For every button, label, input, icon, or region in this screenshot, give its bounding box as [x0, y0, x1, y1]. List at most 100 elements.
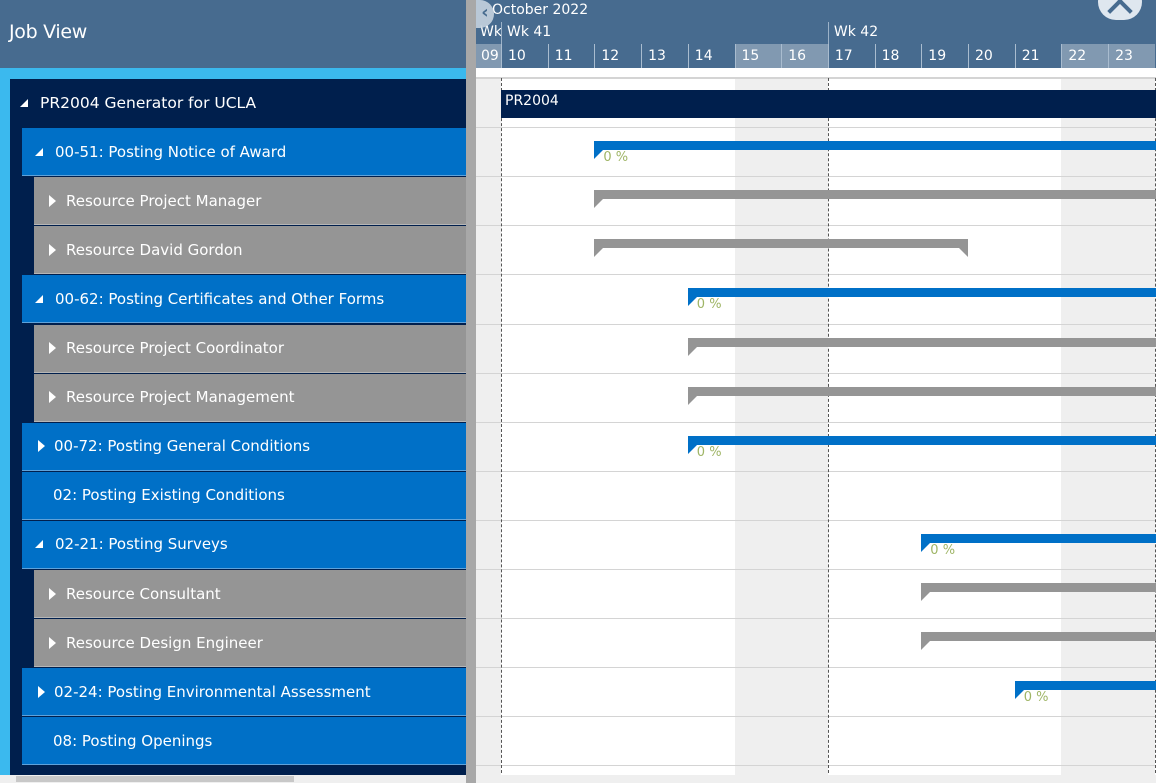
resource-bar[interactable] [594, 239, 968, 258]
bar-start-marker [594, 199, 604, 209]
tree-horizontal-scrollbar[interactable] [0, 775, 466, 783]
tree-row-label: Resource Project Coordinator [66, 339, 284, 357]
scrollbar-thumb[interactable] [16, 776, 294, 782]
panel-title: Job View [9, 21, 88, 43]
collapse-triangle-icon[interactable] [35, 147, 43, 156]
tree-task-row[interactable]: 00-51: Posting Notice of Award [22, 128, 466, 177]
task-bar[interactable] [687, 435, 1156, 454]
row-gridline [476, 274, 1156, 276]
bar-start-marker [687, 395, 697, 405]
bar-start-marker [921, 592, 931, 601]
tree-task-row[interactable]: 02-24: Posting Environmental Assessment [22, 668, 466, 717]
row-gridline [476, 225, 1156, 227]
tree-row-label: 00-62: Posting Certificates and Other Fo… [55, 289, 385, 308]
tree-row-label: Resource David Gordon [66, 240, 243, 259]
resource-bar[interactable] [687, 386, 1156, 405]
tree-task-row[interactable]: 00-62: Posting Certificates and Other Fo… [22, 275, 466, 324]
tree-row-label: PR2004 Generator for UCLA [40, 94, 257, 112]
expand-triangle-icon[interactable] [49, 243, 56, 256]
panel-splitter[interactable] [466, 0, 476, 783]
resource-bar[interactable] [921, 583, 1156, 601]
progress-label: 0 % [696, 297, 722, 313]
day-label: 10 [501, 44, 548, 68]
day-label: 17 [827, 44, 875, 68]
tree-resource-row[interactable]: Resource Project Manager [34, 177, 466, 226]
expand-triangle-icon[interactable] [49, 587, 56, 600]
progress-label: 0 % [1023, 690, 1049, 706]
progress-label: 0 % [930, 542, 956, 558]
bar-start-marker [594, 150, 604, 160]
chevron-left-icon: ‹ [481, 2, 489, 23]
week-boundary-line [827, 68, 829, 783]
day-label: 22 [1061, 44, 1109, 68]
day-header: 09 10 11 12 13 14 15 16 17 18 19 20 21 22 23 [476, 44, 1156, 68]
day-label: 09 [476, 44, 501, 68]
tree-resource-row[interactable]: Resource Design Engineer [34, 619, 466, 668]
timeline-horizontal-scrollbar[interactable] [476, 775, 1156, 783]
resource-bar[interactable] [594, 190, 1156, 209]
week-label: Wk 41 [501, 22, 828, 44]
bar-start-marker [687, 297, 697, 307]
row-gridline [476, 78, 1156, 79]
tree-row-label: 02: Posting Existing Conditions [53, 486, 285, 505]
expand-triangle-icon[interactable] [38, 440, 45, 453]
week-header: Wk Wk 41 Wk 42 [476, 22, 1156, 44]
day-label: 14 [687, 44, 735, 68]
tree-row-label: Resource Project Management [66, 388, 295, 407]
row-gridline [476, 127, 1156, 129]
collapse-triangle-icon[interactable] [35, 294, 43, 303]
tree-resource-row[interactable]: Resource Project Management [34, 373, 466, 422]
day-label: 12 [594, 44, 641, 68]
progress-label: 0 % [696, 444, 722, 460]
tree-row-label: 00-51: Posting Notice of Award [55, 142, 287, 161]
row-gridline [476, 323, 1156, 325]
row-gridline [476, 716, 1156, 718]
row-gridline [476, 667, 1156, 669]
resource-bar[interactable] [921, 632, 1156, 651]
header-spacer [476, 68, 1156, 78]
row-gridline [476, 519, 1156, 521]
gantt-timeline: PR2004 0 % 0 % 0 % 0 % 0 % October 2022 Wk Wk … [476, 0, 1156, 783]
tree-root-row[interactable]: PR2004 Generator for UCLA [10, 79, 466, 127]
task-bar[interactable] [1014, 681, 1156, 700]
task-bar[interactable] [921, 533, 1156, 552]
tree-resource-row[interactable]: Resource David Gordon [34, 226, 466, 275]
tree-row-label: 02-21: Posting Surveys [55, 535, 228, 554]
expand-triangle-icon[interactable] [49, 342, 56, 354]
bar-start-marker [687, 346, 697, 356]
expand-triangle-icon[interactable] [49, 391, 56, 404]
resource-bar[interactable] [687, 337, 1156, 356]
tree-task-row[interactable]: 00-72: Posting General Conditions [22, 422, 466, 471]
task-bar[interactable] [594, 141, 1156, 160]
bar-start-marker [921, 641, 931, 651]
week-boundary-line [501, 68, 502, 783]
day-label: 15 [734, 44, 782, 68]
collapse-triangle-icon[interactable] [35, 540, 43, 549]
expand-triangle-icon[interactable] [49, 636, 56, 649]
task-bar[interactable] [687, 288, 1156, 307]
bar-start-marker [594, 248, 604, 258]
row-gridline [476, 618, 1156, 620]
tree-row-label: Resource Consultant [66, 584, 221, 603]
bar-start-marker [921, 542, 931, 552]
expand-triangle-icon[interactable] [38, 685, 45, 698]
week-label: Wk 42 [827, 22, 1156, 44]
tree-task-row[interactable]: 02-21: Posting Surveys [22, 520, 466, 569]
month-header: October 2022 [476, 0, 1156, 22]
tree-resource-row[interactable]: Resource Consultant [34, 570, 466, 618]
bar-start-marker [1014, 690, 1024, 700]
summary-bar[interactable]: PR2004 [501, 90, 1156, 118]
day-label: 13 [641, 44, 688, 68]
tree-task-row[interactable]: 02: Posting Existing Conditions [22, 471, 466, 520]
month-label: October 2022 [492, 2, 589, 18]
tree-resource-row[interactable]: Resource Project Coordinator [34, 324, 466, 373]
expand-triangle-icon[interactable] [49, 194, 56, 207]
day-label: 16 [781, 44, 828, 68]
row-gridline [476, 765, 1156, 767]
job-tree: PR2004 Generator for UCLA 00-51: Posting … [10, 79, 466, 783]
bar-start-marker [687, 444, 697, 454]
tree-task-row[interactable]: 08: Posting Openings [22, 717, 466, 766]
tree-row-label: Resource Project Manager [66, 191, 262, 210]
collapse-triangle-icon[interactable] [20, 99, 28, 107]
tree-row-label: 08: Posting Openings [53, 731, 213, 750]
